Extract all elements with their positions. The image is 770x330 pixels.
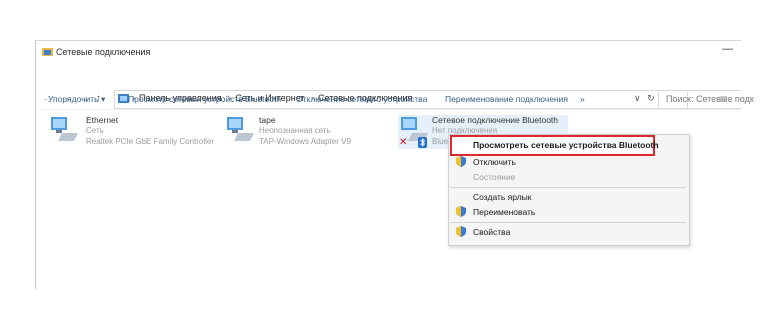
menu-item-rename[interactable]: Переименовать [473,207,535,222]
address-bar-row: ← → ⌄ ↑ › Панель управления › Сеть и Интер… [36,65,754,109]
more-commands-button[interactable]: » [580,94,585,104]
bluetooth-icon [418,137,427,148]
menu-separator [450,187,686,188]
shield-icon [456,206,466,217]
connection-status: Неопознанная сеть [259,126,331,135]
menu-item-properties[interactable]: Свойства [473,227,510,242]
disconnected-x-icon: ✕ [399,137,408,148]
window-title: Сетевые подключения [56,47,151,57]
shield-icon [456,156,466,167]
network-adapter-icon [51,117,78,141]
shield-icon [456,226,466,237]
menu-item-disable[interactable]: Отключить [473,157,516,172]
view-options-icon[interactable]: ▦ [720,94,728,103]
connection-name: tape [259,115,276,125]
title-bar: Сетевые подключения — [36,41,741,63]
menu-item-view-bluetooth-devices[interactable]: Просмотреть сетевые устройства Bluetooth [473,140,659,155]
menu-item-create-shortcut[interactable]: Создать ярлык [473,192,532,207]
minimize-button[interactable]: — [722,43,733,55]
menu-item-status: Состояние [473,172,516,182]
connection-name: Сетевое подключение Bluetooth [432,115,559,125]
rename-connection-button[interactable]: Переименование подключения [445,94,568,104]
connection-name: Ethernet [86,115,119,125]
network-folder-icon [42,48,53,56]
disable-device-button[interactable]: Отключение сетевого устройства [296,94,427,104]
connection-adapter: TAP-Windows Adapter V9 [259,137,351,146]
organize-button[interactable]: Упорядочить ▾ [48,94,105,105]
menu-separator [450,222,686,223]
connection-adapter: Blue [432,137,449,146]
network-adapter-icon [227,117,254,141]
view-bluetooth-devices-button[interactable]: Просмотр сетевых устройств Bluetooth [128,94,281,104]
connection-adapter: Realtek PCIe GbE Family Controller [86,137,215,146]
connection-status: Сеть [86,126,104,135]
